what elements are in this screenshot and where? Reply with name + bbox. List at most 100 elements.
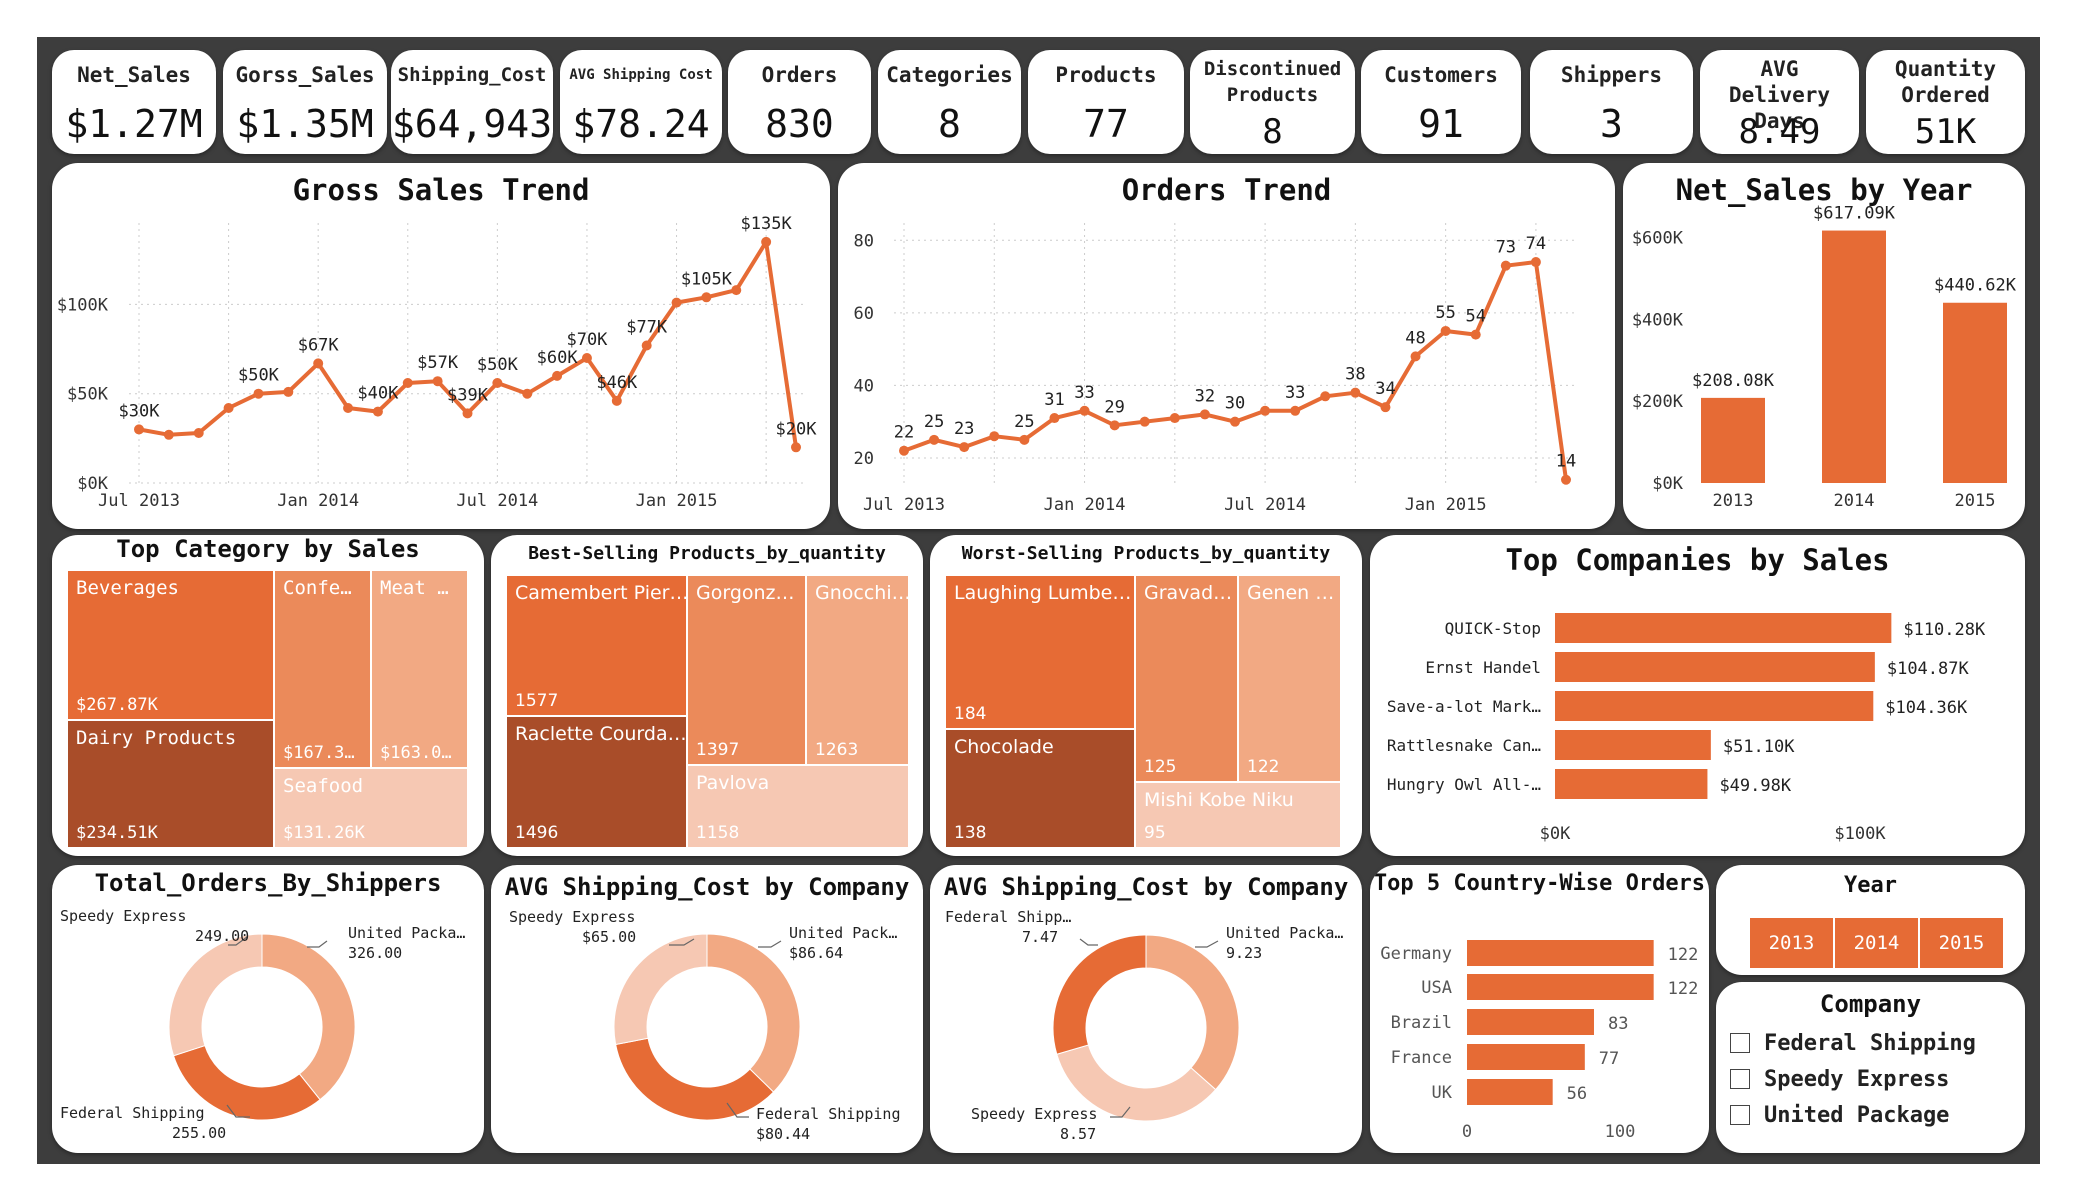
data-point[interactable] (1350, 387, 1361, 398)
data-point[interactable] (1320, 391, 1331, 402)
donut-slice[interactable] (613, 933, 708, 1046)
treemap-tile[interactable]: Camembert Pier… 1577 (506, 575, 687, 716)
avg-shipping-cost-card-1[interactable]: AVG Shipping_Cost by Company United Pack… (491, 865, 923, 1153)
bar[interactable] (1555, 691, 1874, 721)
bar[interactable] (1555, 769, 1708, 799)
net-sales-by-year-card[interactable]: Net_Sales by Year $0K $200K $400K $600K $208… (1623, 163, 2025, 529)
data-point[interactable] (929, 434, 940, 445)
data-point[interactable] (1109, 420, 1120, 431)
treemap-tile[interactable]: Raclette Courda… 1496 (506, 716, 687, 848)
data-point[interactable] (1380, 402, 1391, 413)
data-point[interactable] (1049, 413, 1060, 424)
top-companies-chart[interactable]: QUICK-Stop $110.28K Ernst Handel $104.87K Sa… (1370, 535, 2025, 856)
donut-slice[interactable] (261, 933, 356, 1101)
checkbox[interactable] (1730, 1033, 1750, 1053)
treemap-tile[interactable]: Pavlova 1158 (687, 765, 909, 848)
data-point[interactable] (671, 297, 682, 308)
data-point[interactable] (1561, 474, 1571, 485)
data-point[interactable] (1079, 405, 1090, 416)
data-point[interactable] (163, 429, 174, 440)
data-point[interactable] (1290, 405, 1301, 416)
data-point[interactable] (791, 442, 801, 453)
bar[interactable] (1555, 613, 1892, 643)
data-point[interactable] (959, 442, 970, 453)
worst-selling-card[interactable]: Worst-Selling Products_by_quantity Laugh… (930, 535, 1362, 856)
data-point[interactable] (253, 388, 264, 399)
treemap-tile[interactable]: Mishi Kobe Niku 95 (1135, 782, 1341, 848)
data-point[interactable] (372, 406, 383, 417)
net-sales-by-year-chart[interactable]: $0K $200K $400K $600K $208.08K 2013 $617.09K 20… (1623, 163, 2025, 529)
company-option-united-package[interactable]: United Package (1730, 1100, 1949, 1130)
avg-shipping-cost-donut-2[interactable]: United Packa… 9.23 Speedy Express 8.57 Feder… (930, 865, 1362, 1153)
orders-trend-card[interactable]: Orders Trend 20 40 60 80 Jul 2013 Jan 2014 Jul… (838, 163, 1615, 529)
treemap-tile[interactable]: Meat … $163.0… (371, 570, 468, 768)
avg-shipping-cost-card-2[interactable]: AVG Shipping_Cost by Company United Pack… (930, 865, 1362, 1153)
checkbox[interactable] (1730, 1069, 1750, 1089)
data-point[interactable] (761, 236, 772, 247)
data-point[interactable] (1530, 257, 1541, 268)
year-button-2013[interactable]: 2013 (1750, 918, 1833, 968)
bar[interactable] (1701, 397, 1765, 483)
donut-slice[interactable] (1052, 934, 1147, 1055)
orders-by-shippers-card[interactable]: Total_Orders_By_Shippers United Packa… 32… (52, 865, 484, 1153)
data-point[interactable] (402, 378, 413, 388)
data-point[interactable] (1260, 405, 1271, 416)
data-point[interactable] (701, 292, 712, 303)
data-point[interactable] (432, 376, 443, 387)
data-point[interactable] (989, 431, 1000, 442)
data-point[interactable] (492, 378, 503, 388)
data-point[interactable] (1410, 351, 1421, 362)
bar[interactable] (1555, 652, 1875, 682)
orders-trend-chart[interactable]: 20 40 60 80 Jul 2013 Jan 2014 Jul 2014 Jan 2015… (838, 163, 1615, 529)
best-selling-card[interactable]: Best-Selling Products_by_quantity Camemb… (491, 535, 923, 856)
treemap-tile[interactable]: Gnocchi… 1263 (806, 575, 909, 765)
data-point[interactable] (899, 445, 909, 456)
treemap-tile[interactable]: Dairy Products $234.51K (67, 720, 274, 848)
data-point[interactable] (193, 428, 204, 438)
data-point[interactable] (1139, 416, 1150, 427)
data-point[interactable] (1199, 409, 1210, 420)
country-orders-chart[interactable]: Germany 122 USA 122 Brazil 83 France 77 UK 56 0 100 (1370, 865, 1709, 1153)
data-point[interactable] (611, 395, 622, 406)
data-point[interactable] (134, 424, 144, 435)
donut-slice[interactable] (168, 933, 263, 1057)
bar[interactable] (1467, 1044, 1585, 1070)
bar[interactable] (1467, 974, 1654, 1000)
data-point[interactable] (313, 358, 324, 369)
gross-sales-trend-chart[interactable]: $0K$50K$100KJul 2013 Jan 2014 Jul 2014 Jan … (52, 163, 830, 529)
bar[interactable] (1822, 230, 1886, 483)
treemap-tile[interactable]: Gorgonz… 1397 (687, 575, 806, 765)
bar[interactable] (1555, 730, 1711, 760)
treemap-tile[interactable]: Laughing Lumbe… 184 (945, 575, 1135, 729)
data-point[interactable] (223, 403, 234, 413)
company-slicer[interactable]: Company Federal Shipping Speedy Express … (1716, 982, 2025, 1153)
company-option-federal-shipping[interactable]: Federal Shipping (1730, 1028, 1976, 1058)
checkbox[interactable] (1730, 1105, 1750, 1125)
donut-slice[interactable] (615, 1037, 775, 1121)
orders-by-shippers-donut[interactable]: United Packa… 326.00 Federal Shipping 255.0… (52, 865, 484, 1153)
top-companies-card[interactable]: Top Companies by Sales QUICK-Stop $110.28… (1370, 535, 2025, 856)
treemap-tile[interactable]: Genen … 122 (1238, 575, 1341, 782)
data-point[interactable] (1440, 325, 1451, 336)
data-point[interactable] (581, 353, 592, 363)
bar[interactable] (1467, 940, 1654, 966)
data-point[interactable] (1470, 329, 1481, 340)
data-point[interactable] (552, 370, 563, 381)
data-point[interactable] (283, 386, 294, 397)
bar[interactable] (1943, 302, 2007, 483)
year-button-2015[interactable]: 2015 (1920, 918, 2003, 968)
treemap-tile[interactable]: Confe… $167.3… (274, 570, 371, 768)
bar[interactable] (1467, 1009, 1594, 1035)
data-point[interactable] (731, 285, 742, 296)
data-point[interactable] (343, 403, 354, 413)
year-slicer[interactable]: Year 2013 2014 2015 (1716, 865, 2025, 975)
treemap-tile[interactable]: Beverages $267.87K (67, 570, 274, 720)
company-option-speedy-express[interactable]: Speedy Express (1730, 1064, 1949, 1094)
treemap-tile[interactable]: Gravad… 125 (1135, 575, 1238, 782)
data-point[interactable] (1169, 413, 1180, 424)
treemap-tile[interactable]: Seafood $131.26K (274, 768, 468, 848)
donut-slice[interactable] (706, 933, 801, 1093)
top-category-card[interactable]: Top Category by Sales Beverages $267.87K D… (52, 535, 484, 856)
year-button-2014[interactable]: 2014 (1835, 918, 1918, 968)
data-point[interactable] (1019, 434, 1030, 445)
